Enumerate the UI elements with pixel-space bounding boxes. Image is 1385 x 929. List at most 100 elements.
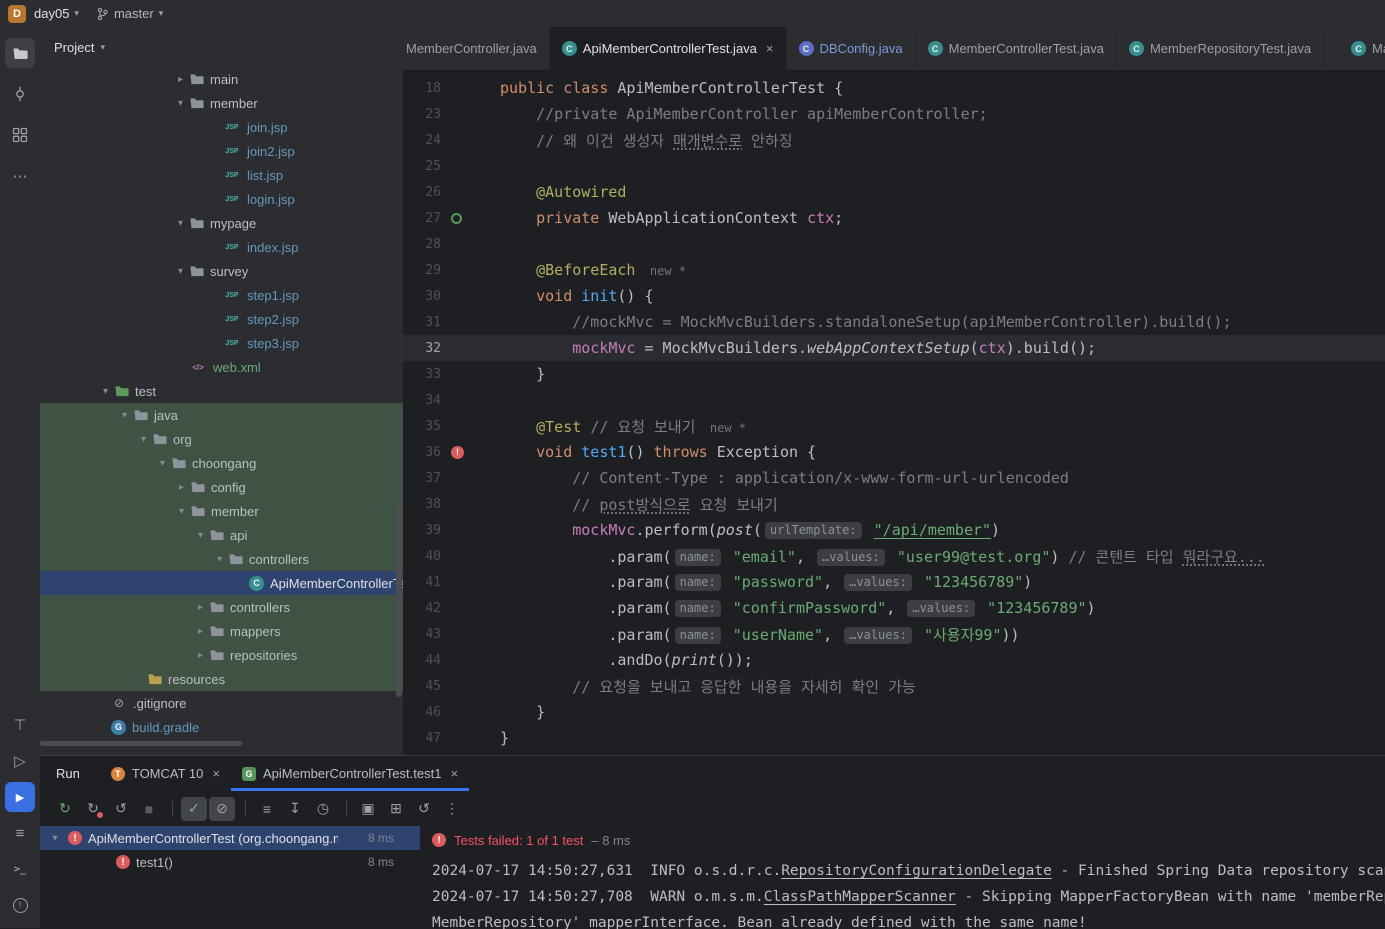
console-log[interactable]: 2024-07-17 14:50:27,631 INFO o.s.d.r.c.R…	[432, 858, 1385, 929]
tree-item-member[interactable]: ▾ member	[40, 499, 403, 523]
tree-item-join2-jsp[interactable]: JSP join2.jsp	[40, 139, 403, 163]
tree-item-api[interactable]: ▾ api	[40, 523, 403, 547]
build-tool-button[interactable]: ≡	[5, 818, 35, 848]
code-line-42[interactable]: 42 .param(name: "confirmPassword", …valu…	[403, 595, 1385, 621]
code-line-30[interactable]: 30 void init() {	[403, 283, 1385, 309]
more-tool-windows-button[interactable]: ⋯	[5, 161, 35, 191]
problems-tool-button[interactable]: !	[5, 890, 35, 920]
tree-item-resources[interactable]: resources	[40, 667, 403, 691]
terminal-tool-button[interactable]: >_	[5, 854, 35, 884]
tree-item-controllers[interactable]: ▾ controllers	[40, 547, 403, 571]
console-link[interactable]: ClassPathMapperScanner	[764, 889, 956, 905]
code-line-39[interactable]: 39 mockMvc.perform(post(urlTemplate: "/a…	[403, 517, 1385, 543]
rerun-with-options-button[interactable]: ↺	[411, 797, 437, 821]
tree-item-step3-jsp[interactable]: JSP step3.jsp	[40, 331, 403, 355]
tree-item-build-gradle[interactable]: Gbuild.gradle	[40, 715, 403, 739]
project-tool-button[interactable]	[5, 38, 35, 68]
tree-item-controllers[interactable]: ▸ controllers	[40, 595, 403, 619]
tree-item-mappers[interactable]: ▸ mappers	[40, 619, 403, 643]
structure-tool-button[interactable]	[5, 120, 35, 150]
project-name[interactable]: day05	[34, 6, 69, 21]
rerun-failed-tests-button[interactable]: ↻	[80, 797, 106, 821]
code-line-31[interactable]: 31 //mockMvc = MockMvcBuilders.standalon…	[403, 309, 1385, 335]
run-tool-button[interactable]: ▶	[5, 782, 35, 812]
project-panel-header[interactable]: Project ▾	[40, 27, 403, 67]
code-line-36[interactable]: 36! void test1() throws Exception {	[403, 439, 1385, 465]
code-line-35[interactable]: 35 @Test // 요청 보내기 new *	[403, 413, 1385, 439]
tree-item-main[interactable]: ▸ main	[40, 67, 403, 91]
code-line-23[interactable]: 23 //private ApiMemberController apiMemb…	[403, 101, 1385, 127]
tree-item-web-xml[interactable]: </> web.xml	[40, 355, 403, 379]
code-line-27[interactable]: 27 private WebApplicationContext ctx;	[403, 205, 1385, 231]
code-line-41[interactable]: 41 .param(name: "password", …values: "12…	[403, 569, 1385, 595]
editor-tab-ma[interactable]: C Ma	[1339, 27, 1385, 70]
test-tree-item-test1[interactable]: ! test1() 8 ms	[40, 850, 420, 874]
editor-tab-dbconfig-java[interactable]: C DBConfig.java	[787, 27, 916, 70]
tree-item-repositories[interactable]: ▸ repositories	[40, 643, 403, 667]
screenshot-button[interactable]: ▣	[355, 797, 381, 821]
tree-item-join-jsp[interactable]: JSP join.jsp	[40, 115, 403, 139]
import-tests-button[interactable]: ⊞	[383, 797, 409, 821]
editor-tab-apimembercontrollertest-java[interactable]: C ApiMemberControllerTest.java ×	[549, 27, 787, 70]
editor-code[interactable]: 18 public class ApiMemberControllerTest {…	[403, 70, 1385, 755]
code-line-25[interactable]: 25	[403, 153, 1385, 179]
tree-item-test[interactable]: ▾ test	[40, 379, 403, 403]
tree-item-survey[interactable]: ▾ survey	[40, 259, 403, 283]
code-line-45[interactable]: 45 // 요청을 보내고 응답한 내용을 자세히 확인 가능	[403, 673, 1385, 699]
code-line-28[interactable]: 28	[403, 231, 1385, 257]
tree-item-org[interactable]: ▾ org	[40, 427, 403, 451]
sort-alphabetically-button[interactable]: ≡	[254, 797, 280, 821]
code-line-24[interactable]: 24 // 왜 이건 생성자 매개변수로 안하징	[403, 127, 1385, 153]
tree-item-mypage[interactable]: ▾ mypage	[40, 211, 403, 235]
tree-item-java[interactable]: ▾ java	[40, 403, 403, 427]
run-tab-tomcat-10[interactable]: T TOMCAT 10 ×	[100, 756, 231, 791]
tree-item-index-jsp[interactable]: JSP index.jsp	[40, 235, 403, 259]
commit-tool-button[interactable]	[5, 79, 35, 109]
stop-button[interactable]: ■	[136, 797, 162, 821]
more-options-button[interactable]: ⋮	[439, 797, 465, 821]
tree-item-apimembercontrollertest[interactable]: C ApiMemberControllerTest	[40, 571, 403, 595]
project-horizontal-scrollbar[interactable]	[40, 741, 242, 746]
toggle-auto-test-button[interactable]: ↺	[108, 797, 134, 821]
tree-item-choongang[interactable]: ▾ choongang	[40, 451, 403, 475]
tree-item-list-jsp[interactable]: JSP list.jsp	[40, 163, 403, 187]
code-line-38[interactable]: 38 // post방식으로 요청 보내기	[403, 491, 1385, 517]
tree-item-gitignore[interactable]: ⊘ .gitignore	[40, 691, 403, 715]
show-passed-button[interactable]: ✓	[181, 796, 207, 821]
editor-tab-memberrepositorytest-java[interactable]: C MemberRepositoryTest.java	[1117, 27, 1325, 70]
tree-item-step1-jsp[interactable]: JSP step1.jsp	[40, 283, 403, 307]
editor-tab-membercontroller-java[interactable]: CMemberController.java	[403, 27, 550, 70]
project-logo[interactable]: D	[8, 4, 26, 23]
tree-item-member[interactable]: ▾ member	[40, 91, 403, 115]
code-line-43[interactable]: 43 .param(name: "userName", …values: "사용…	[403, 621, 1385, 647]
close-icon[interactable]: ×	[766, 41, 774, 56]
tree-item-login-jsp[interactable]: JSP login.jsp	[40, 187, 403, 211]
project-vertical-scrollbar[interactable]	[396, 505, 402, 697]
code-line-18[interactable]: 18 public class ApiMemberControllerTest {	[403, 75, 1385, 101]
code-line-46[interactable]: 46 }	[403, 699, 1385, 725]
tree-item-config[interactable]: ▸ config	[40, 475, 403, 499]
code-line-33[interactable]: 33 }	[403, 361, 1385, 387]
show-ignored-button[interactable]: ⊘	[209, 796, 235, 821]
close-icon[interactable]: ×	[212, 766, 220, 781]
code-line-37[interactable]: 37 // Content-Type : application/x-www-f…	[403, 465, 1385, 491]
navigate-to-failed-button[interactable]: ↧	[282, 797, 308, 821]
close-icon[interactable]: ×	[450, 766, 458, 781]
code-line-47[interactable]: 47}	[403, 725, 1385, 751]
code-line-40[interactable]: 40 .param(name: "email", …values: "user9…	[403, 543, 1385, 569]
application-servers-tool-button[interactable]: ⊤	[5, 710, 35, 740]
code-line-44[interactable]: 44 .andDo(print());	[403, 647, 1385, 673]
code-line-32[interactable]: 32 mockMvc = MockMvcBuilders.webAppConte…	[403, 335, 1385, 361]
tree-item-step2-jsp[interactable]: JSP step2.jsp	[40, 307, 403, 331]
console-link[interactable]: RepositoryConfigurationDelegate	[781, 863, 1052, 879]
run-tab-apimembercontrollertest-test1[interactable]: G ApiMemberControllerTest.test1 ×	[230, 756, 470, 791]
rerun-button[interactable]: ↻	[52, 797, 78, 821]
code-line-34[interactable]: 34	[403, 387, 1385, 413]
services-tool-button[interactable]: ▷	[5, 746, 35, 776]
code-line-29[interactable]: 29 @BeforeEach new *	[403, 257, 1385, 283]
editor-tab-membercontrollertest-java[interactable]: C MemberControllerTest.java	[916, 27, 1117, 70]
test-history-button[interactable]: ◷	[310, 797, 336, 821]
test-tree-item-apimembercontrollertest-org-choongang-me[interactable]: ▾! ApiMemberControllerTest (org.choongang…	[40, 826, 420, 850]
git-branch-widget[interactable]: master ▾	[96, 6, 163, 21]
code-line-26[interactable]: 26 @Autowired	[403, 179, 1385, 205]
